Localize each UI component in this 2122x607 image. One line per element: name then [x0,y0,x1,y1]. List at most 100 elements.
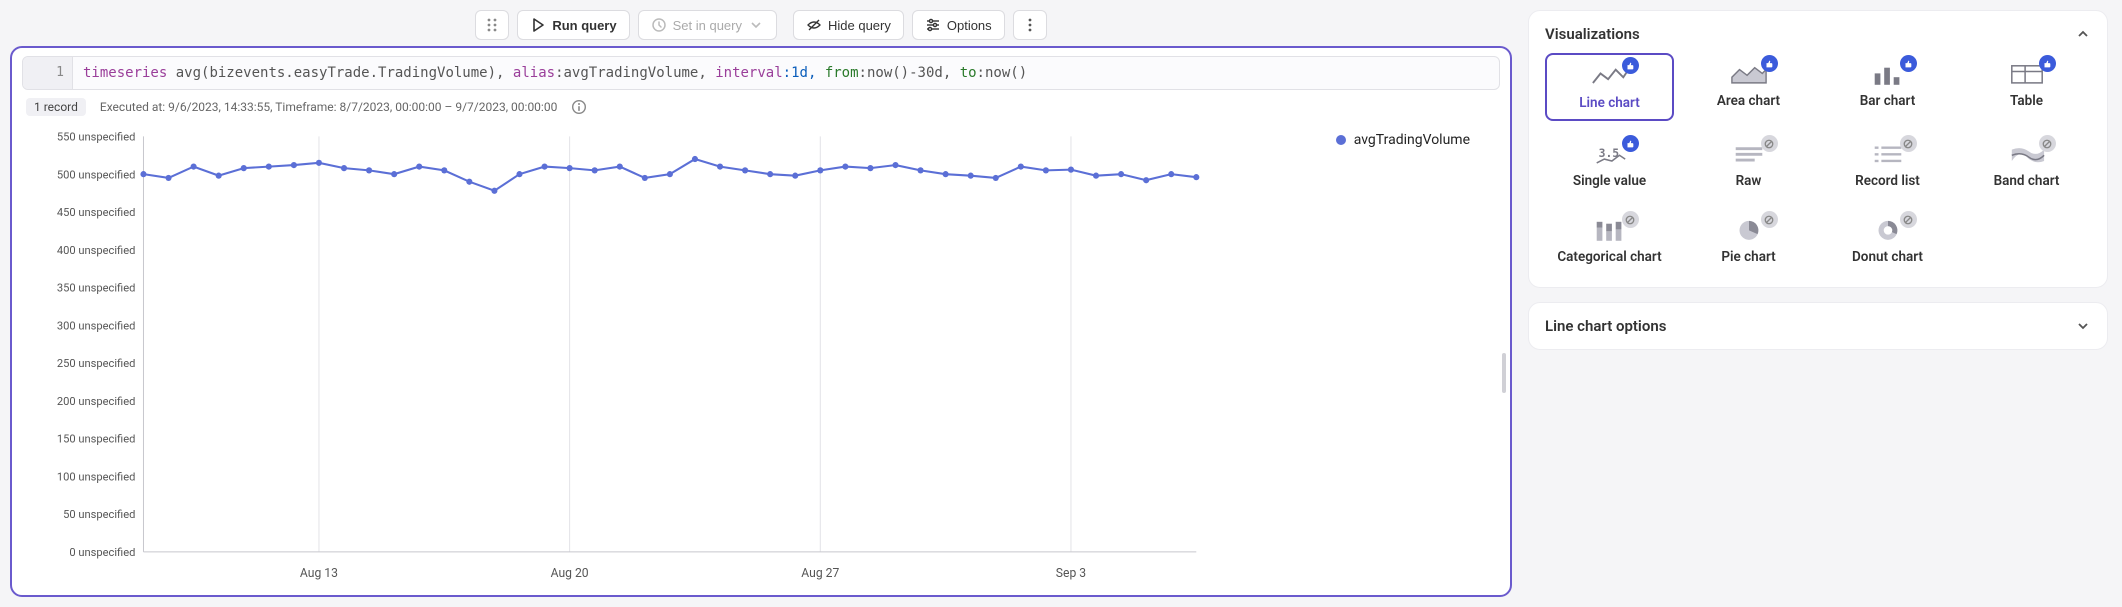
viz-item-reclist[interactable]: Record list [1823,133,1952,197]
options-button[interactable]: Options [912,10,1005,40]
options-label: Options [947,18,992,33]
chevron-down-icon [2075,318,2091,334]
recommended-badge-icon [1622,57,1639,74]
query-card: 1 timeseries avg(bizevents.easyTrade.Tra… [10,46,1512,597]
svg-text:Sep 3: Sep 3 [1056,567,1086,581]
viz-item-pie[interactable]: Pie chart [1684,209,1813,273]
not-recommended-badge-icon [1900,135,1917,152]
line-gutter: 1 [23,57,73,89]
svg-text:Aug 13: Aug 13 [300,567,338,581]
svg-text:Aug 20: Aug 20 [551,567,589,581]
viz-item-raw[interactable]: Raw [1684,133,1813,197]
info-icon[interactable] [571,99,587,115]
table-chart-icon [2008,61,2046,87]
svg-text:300 unspecified: 300 unspecified [57,319,136,332]
single-chart-icon: 3.5 [1591,141,1629,167]
recommended-badge-icon [2039,55,2056,72]
viz-item-label: Area chart [1717,93,1780,109]
visualizations-grid: Line chart Area chart Bar chart Table 3.5 Sin… [1545,53,2091,273]
record-count: 1 record [26,98,86,116]
line-chart[interactable]: 0 unspecified 50 unspecified 100 unspecifi… [22,126,1500,583]
set-in-query-button[interactable]: Set in query [638,10,777,40]
svg-text:150 unspecified: 150 unspecified [57,433,136,446]
viz-item-single[interactable]: 3.5 Single value [1545,133,1674,197]
resize-handle[interactable] [1502,353,1506,393]
chart-options-title: Line chart options [1545,317,1666,335]
grip-icon [484,17,500,33]
viz-item-line[interactable]: Line chart [1545,53,1674,121]
legend-label: avgTradingVolume [1354,132,1470,148]
viz-item-label: Categorical chart [1557,249,1661,265]
recommended-badge-icon [1761,55,1778,72]
legend-dot-icon [1336,135,1346,145]
viz-item-cat[interactable]: Categorical chart [1545,209,1674,273]
line-chart-icon [1591,63,1629,89]
viz-item-label: Raw [1736,173,1762,189]
viz-item-label: Donut chart [1852,249,1923,265]
viz-item-label: Line chart [1579,95,1640,111]
chevron-up-icon [2075,26,2091,42]
svg-text:450 unspecified: 450 unspecified [57,206,136,219]
hide-query-button[interactable]: Hide query [793,10,904,40]
query-editor[interactable]: 1 timeseries avg(bizevents.easyTrade.Tra… [22,56,1500,90]
viz-item-label: Pie chart [1721,249,1775,265]
execution-info: Executed at: 9/6/2023, 14:33:55, Timefra… [100,100,557,114]
chart-options-panel: Line chart options [1528,302,2108,350]
not-recommended-badge-icon [1622,211,1639,228]
viz-item-label: Single value [1573,173,1646,189]
svg-text:Aug 27: Aug 27 [801,567,839,581]
query-code[interactable]: timeseries avg(bizevents.easyTrade.Tradi… [73,57,1499,89]
svg-text:400 unspecified: 400 unspecified [57,244,136,257]
drag-handle-button[interactable] [475,10,509,40]
pie-chart-icon [1730,217,1768,243]
recommended-badge-icon [1622,135,1639,152]
viz-item-area[interactable]: Area chart [1684,53,1813,121]
not-recommended-badge-icon [1900,211,1917,228]
chart-options-header[interactable]: Line chart options [1545,317,2091,335]
run-query-label: Run query [552,18,616,33]
play-icon [530,17,546,33]
visualizations-panel: Visualizations Line chart Area chart Bar c… [1528,10,2108,288]
more-button[interactable] [1013,10,1047,40]
viz-item-label: Band chart [1994,173,2060,189]
viz-item-label: Record list [1855,173,1920,189]
svg-text:200 unspecified: 200 unspecified [57,395,136,408]
svg-text:550 unspecified: 550 unspecified [57,130,136,143]
not-recommended-badge-icon [1761,211,1778,228]
hide-icon [806,17,822,33]
chart-legend[interactable]: avgTradingVolume [1336,132,1470,148]
area-chart-icon [1730,61,1768,87]
query-toolbar: Run query Set in query Hide query Option… [10,10,1512,40]
svg-text:50 unspecified: 50 unspecified [63,508,135,521]
visualizations-header[interactable]: Visualizations [1545,25,2091,43]
svg-text:100 unspecified: 100 unspecified [57,470,136,483]
viz-item-label: Bar chart [1860,93,1916,109]
viz-item-table[interactable]: Table [1962,53,2091,121]
svg-text:0 unspecified: 0 unspecified [69,546,135,559]
viz-item-bar[interactable]: Bar chart [1823,53,1952,121]
chart-container: 0 unspecified 50 unspecified 100 unspecifi… [22,122,1500,583]
reclist-chart-icon [1869,141,1907,167]
svg-text:250 unspecified: 250 unspecified [57,357,136,370]
bar-chart-icon [1869,61,1907,87]
svg-text:350 unspecified: 350 unspecified [57,281,136,294]
chevron-down-icon [748,17,764,33]
viz-item-label: Table [2010,93,2043,109]
clock-icon [651,17,667,33]
hide-query-label: Hide query [828,18,891,33]
band-chart-icon [2008,141,2046,167]
visualizations-title: Visualizations [1545,25,1640,43]
viz-item-band[interactable]: Band chart [1962,133,2091,197]
not-recommended-badge-icon [1761,135,1778,152]
svg-text:500 unspecified: 500 unspecified [57,168,136,181]
status-bar: 1 record Executed at: 9/6/2023, 14:33:55… [22,90,1500,122]
cat-chart-icon [1591,217,1629,243]
raw-chart-icon [1730,141,1768,167]
donut-chart-icon [1869,217,1907,243]
set-in-query-label: Set in query [673,18,742,33]
recommended-badge-icon [1900,55,1917,72]
not-recommended-badge-icon [2039,135,2056,152]
viz-item-donut[interactable]: Donut chart [1823,209,1952,273]
run-query-button[interactable]: Run query [517,10,629,40]
more-vertical-icon [1022,17,1038,33]
